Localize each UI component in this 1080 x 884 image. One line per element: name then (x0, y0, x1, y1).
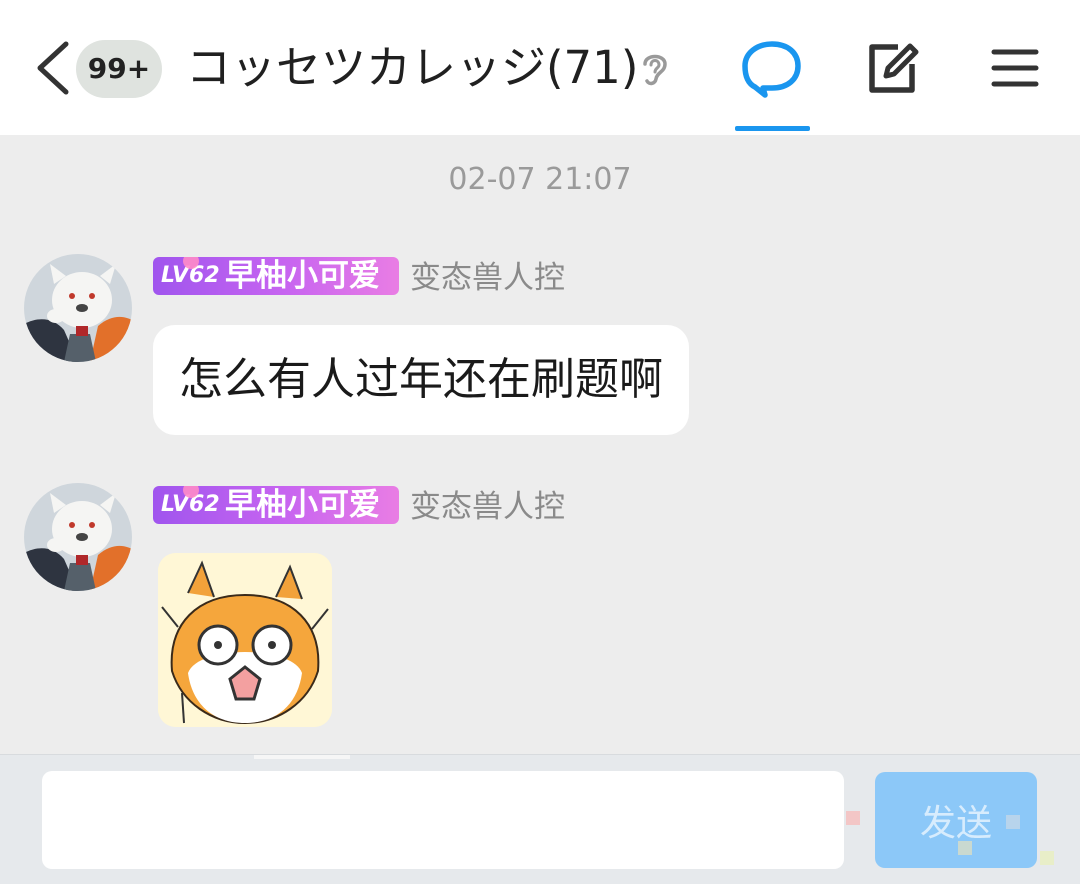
pixel-decoration (846, 811, 860, 825)
pixel-decoration (1040, 851, 1054, 865)
chat-bubble-icon (742, 41, 801, 98)
sender-title: 变态兽人控 (410, 260, 565, 296)
sender-avatar[interactable] (24, 254, 132, 362)
message-bubble[interactable]: 怎么有人过年还在刷题啊 (153, 325, 689, 435)
ear-icon[interactable] (638, 48, 672, 88)
message-input-bar: 发送 (0, 754, 1080, 884)
back-button[interactable] (28, 38, 78, 98)
compose-icon (869, 43, 919, 93)
back-arrow-icon (37, 41, 69, 95)
sender-nickname: 早柚小可爱 (225, 487, 380, 523)
chat-header: 99+ コッセツカレッジ(71) (0, 0, 1080, 135)
menu-button[interactable] (990, 44, 1040, 92)
shocked-fox-sticker[interactable] (158, 553, 332, 727)
message-input[interactable] (42, 771, 844, 869)
menu-icon (991, 49, 1039, 87)
sender-avatar[interactable] (24, 483, 132, 591)
chat-screen: 99+ コッセツカレッジ(71) 02-07 21:07 LV62 早柚小可爱 … (0, 0, 1080, 884)
sender-title: 变态兽人控 (410, 489, 565, 525)
active-tab-indicator (735, 126, 810, 131)
tab-chat[interactable] (735, 36, 810, 131)
member-level-badge: LV62 早柚小可爱 (153, 486, 399, 524)
sender-nickname: 早柚小可爱 (225, 258, 380, 294)
input-resize-handle[interactable] (254, 755, 350, 759)
pixel-decoration (1006, 815, 1020, 829)
pixel-decoration (958, 841, 972, 855)
unread-count-badge[interactable]: 99+ (76, 40, 162, 98)
message-timestamp: 02-07 21:07 (448, 162, 632, 197)
compose-button[interactable] (862, 38, 924, 98)
member-level-badge: LV62 早柚小可爱 (153, 257, 399, 295)
group-title[interactable]: コッセツカレッジ(71) (186, 38, 638, 98)
